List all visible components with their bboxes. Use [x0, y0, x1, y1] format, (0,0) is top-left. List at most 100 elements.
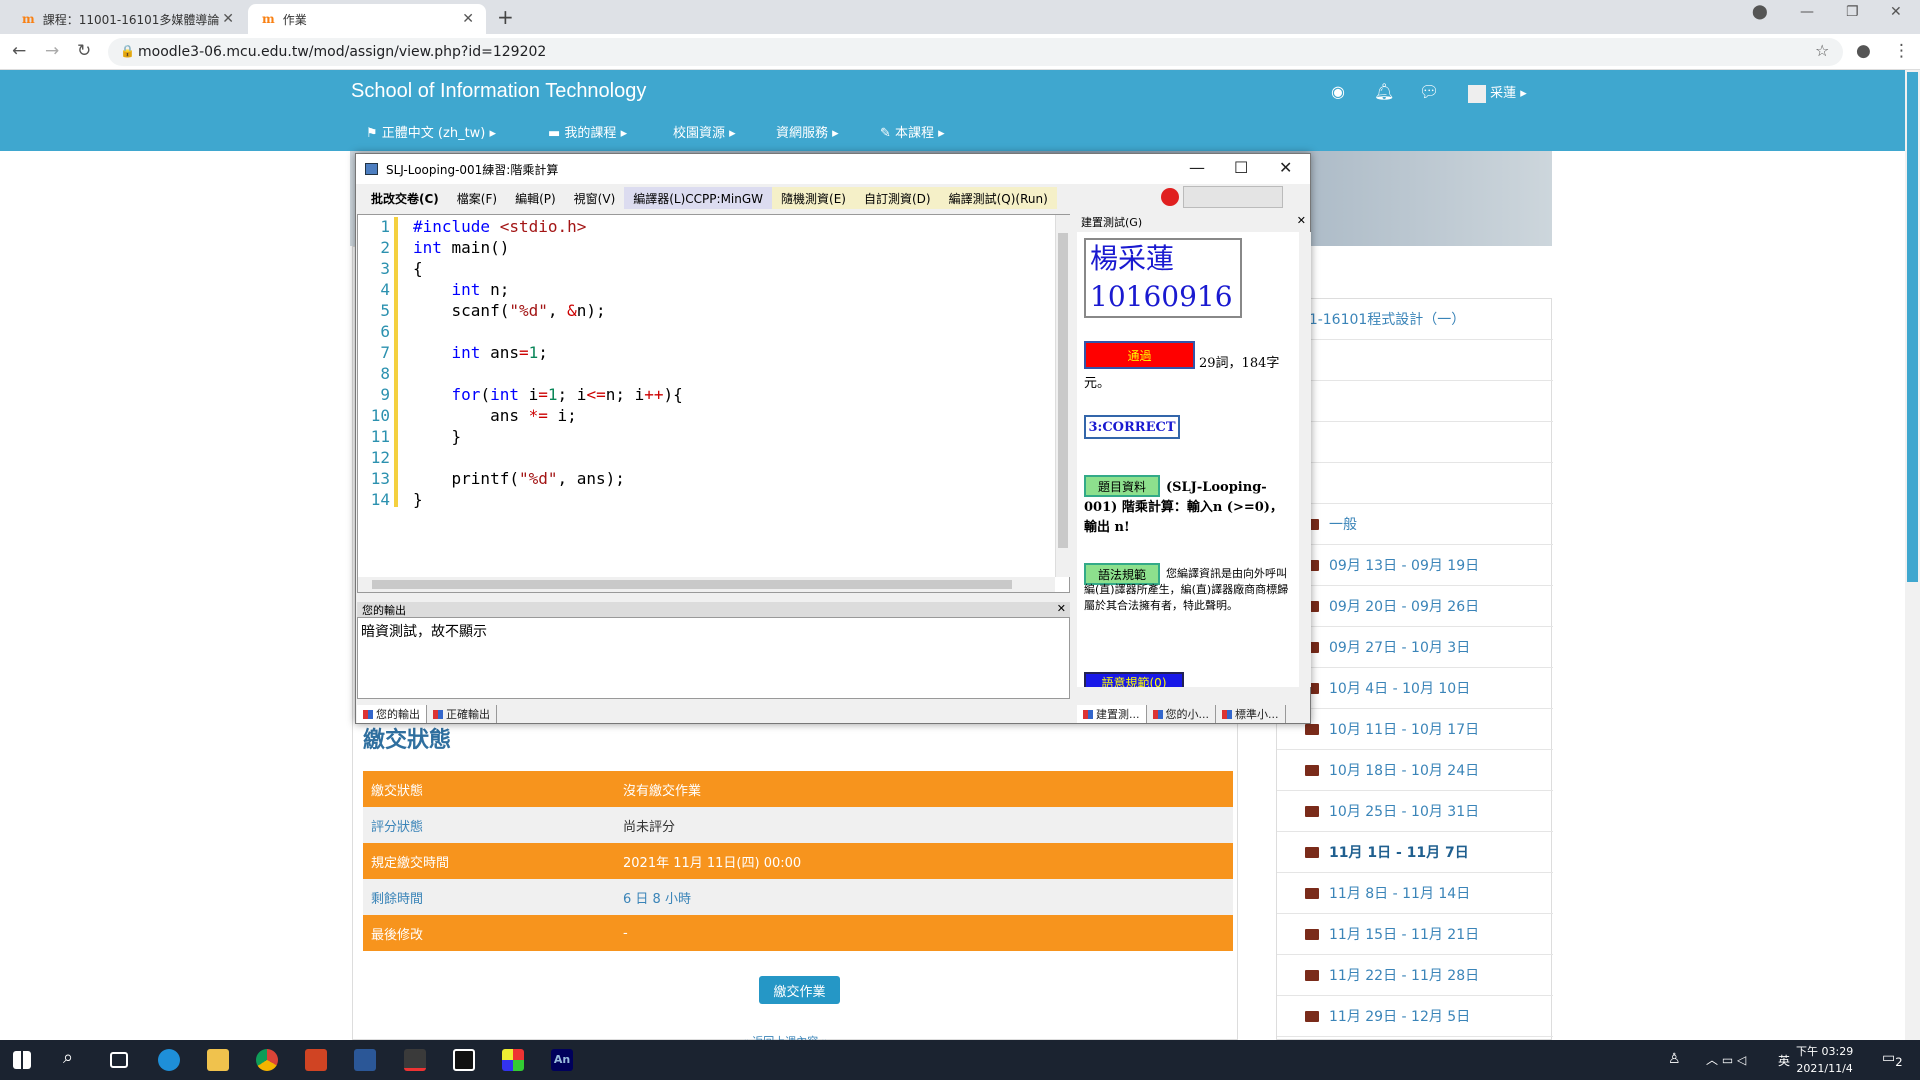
tab-build-test[interactable]: 建置測...	[1077, 705, 1147, 723]
menu-custom-data[interactable]: 自訂測資(D)	[854, 187, 940, 209]
chrome-icon[interactable]	[256, 1049, 278, 1071]
tray-icons[interactable]: ︿ ▭ ◁	[1706, 1051, 1746, 1068]
minimize-icon[interactable]: —	[1189, 158, 1205, 177]
app-icon[interactable]	[404, 1049, 426, 1071]
scroll-thumb[interactable]	[372, 580, 1012, 589]
ide-title-bar[interactable]: SLJ-Looping-001練習:階乘計算 — ☐ ✕	[356, 154, 1310, 184]
menu-submit[interactable]: 批改交卷(C)	[362, 187, 448, 209]
browser-tab-assignment[interactable]: m 作業 ✕	[248, 4, 486, 34]
submit-assignment-button[interactable]: 繳交作業	[759, 976, 840, 1004]
nav-services[interactable]: 資網服務 ▸	[776, 122, 839, 141]
code-line: }	[413, 490, 423, 509]
sidebar-item[interactable]: 11月 29日 - 12月 5日	[1277, 996, 1553, 1037]
tab-your-output[interactable]: 您的輸出	[357, 705, 427, 723]
sidebar-item[interactable]: 10月 18日 - 10月 24日	[1277, 750, 1553, 791]
back-icon[interactable]: ←	[12, 41, 26, 61]
browser-tab-course[interactable]: m 課程：11001-16101多媒體導論 ✕	[8, 4, 246, 34]
right-panel-scrollbar[interactable]	[1299, 232, 1311, 687]
sidebar-item[interactable]: 001-16101程式設計（一）	[1277, 299, 1553, 340]
lock-icon[interactable]: 🔒	[120, 44, 135, 58]
people-icon[interactable]: ♙	[1668, 1051, 1681, 1067]
editor-vertical-scrollbar[interactable]	[1055, 215, 1070, 577]
account-icon[interactable]: ●	[1856, 41, 1871, 61]
nav-this-course[interactable]: ✎ 本課程 ▸	[880, 122, 945, 141]
sidebar-item[interactable]: 一般	[1277, 504, 1553, 545]
minimize-icon[interactable]: —	[1800, 4, 1814, 20]
site-title[interactable]: School of Information Technology	[351, 80, 646, 103]
menu-file[interactable]: 檔案(F)	[448, 187, 506, 209]
close-window-icon[interactable]: ✕	[1890, 4, 1902, 20]
code-app-icon[interactable]	[453, 1049, 475, 1071]
sidebar-item[interactable]: 09月 27日 - 10月 3日	[1277, 627, 1553, 668]
ime-indicator[interactable]: 英	[1778, 1052, 1790, 1069]
tab-your-small[interactable]: 您的小...	[1147, 705, 1216, 723]
output-text[interactable]: 暗資測試，故不顯示	[357, 617, 1070, 699]
tab-correct-output[interactable]: 正確輸出	[427, 705, 497, 723]
file-explorer-icon[interactable]	[207, 1049, 229, 1071]
sidebar-item[interactable]: 09月 20日 - 09月 26日	[1277, 586, 1553, 627]
sidebar-item[interactable]: 績	[1277, 463, 1553, 504]
menu-compiler[interactable]: 編譯器(L)CCPP:MinGW	[624, 187, 773, 209]
output-tabs: 您的輸出 正確輸出	[357, 705, 1070, 723]
tab-standard-small[interactable]: 標準小...	[1216, 705, 1286, 723]
menu-edit[interactable]: 編輯(P)	[506, 187, 565, 209]
messages-icon[interactable]: 💬︎	[1419, 82, 1439, 101]
profile-menu-icon[interactable]: ⬤	[1752, 4, 1768, 20]
reload-icon[interactable]: ↻	[77, 41, 91, 61]
url-field[interactable]: moodle3-06.mcu.edu.tw/mod/assign/view.ph…	[108, 38, 1843, 66]
sidebar-item[interactable]: 11月 8日 - 11月 14日	[1277, 873, 1553, 914]
code-editor[interactable]: 1 2 3 4 5 6 7 8 9 10 11 12 13 14 #includ…	[357, 214, 1070, 593]
tab-icon	[1152, 709, 1163, 719]
maximize-icon[interactable]: ☐	[1234, 158, 1248, 177]
close-tab-icon[interactable]: ✕	[222, 11, 234, 27]
semantic-rules-button[interactable]: 語意規範(0)	[1084, 672, 1184, 687]
notification-bell-icon[interactable]: 🔔︎	[1374, 82, 1394, 101]
menu-random-data[interactable]: 隨機測資(E)	[772, 187, 855, 209]
bookmark-star-icon[interactable]: ☆	[1815, 41, 1829, 60]
sidebar-item[interactable]: 員	[1277, 340, 1553, 381]
close-icon[interactable]: ✕	[1279, 158, 1292, 177]
edge-icon[interactable]	[158, 1049, 180, 1071]
close-icon[interactable]: ✕	[1057, 602, 1066, 615]
close-icon[interactable]: ✕	[1297, 214, 1306, 227]
editor-horizontal-scrollbar[interactable]	[358, 577, 1055, 592]
scroll-thumb[interactable]	[1058, 233, 1068, 548]
sidebar-item[interactable]: 11月 15日 - 11月 21日	[1277, 914, 1553, 955]
restore-icon[interactable]: ❐	[1846, 4, 1859, 20]
page-scrollbar-thumb[interactable]	[1907, 72, 1918, 582]
toolbar-search-field[interactable]	[1183, 186, 1283, 208]
user-menu[interactable]: 采蓮 ▸	[1468, 82, 1527, 103]
sidebar-item[interactable]: 11月 22日 - 11月 28日	[1277, 955, 1553, 996]
start-icon[interactable]	[13, 1051, 31, 1069]
nav-language[interactable]: ⚑ 正體中文 (zh_tw) ▸	[366, 122, 496, 141]
status-value: 2021年 11月 11日(四) 00:00	[623, 855, 802, 871]
nav-my-courses[interactable]: ▬ 我的課程 ▸	[548, 122, 627, 141]
menu-compile-run[interactable]: 編譯測試(Q)(Run)	[939, 187, 1057, 209]
close-tab-icon[interactable]: ✕	[462, 11, 474, 27]
browser-tab-bar: m 課程：11001-16101多媒體導論 ✕ m 作業 ✕ + ⬤ — ❐ ✕	[0, 0, 1920, 34]
new-tab-icon[interactable]: +	[497, 5, 514, 29]
word-icon[interactable]	[354, 1049, 376, 1071]
animate-icon[interactable]: An	[551, 1049, 573, 1071]
apple-icon[interactable]	[1161, 188, 1179, 206]
right-panel-hscrollbar[interactable]	[1077, 687, 1299, 701]
sidebar-item[interactable]: 章	[1277, 381, 1553, 422]
forward-icon[interactable]: →	[45, 41, 59, 61]
powerpoint-icon[interactable]	[305, 1049, 327, 1071]
browser-menu-icon[interactable]: ⋮	[1893, 41, 1910, 61]
notification-center-icon[interactable]: ▭2	[1882, 1050, 1903, 1069]
sidebar-item[interactable]: 09月 13日 - 09月 19日	[1277, 545, 1553, 586]
task-view-icon[interactable]	[110, 1052, 128, 1068]
word-count: 29詞，184字元。	[1084, 356, 1280, 391]
sidebar-item[interactable]: 10月 4日 - 10月 10日	[1277, 668, 1553, 709]
target-icon[interactable]: ◉	[1331, 82, 1345, 101]
sidebar-item[interactable]: 10月 25日 - 10月 31日	[1277, 791, 1553, 832]
nav-campus[interactable]: 校園資源 ▸	[673, 122, 736, 141]
sidebar-item[interactable]: 力	[1277, 422, 1553, 463]
ide-app-icon[interactable]	[502, 1049, 524, 1071]
sidebar-item-current[interactable]: 11月 1日 - 11月 7日	[1277, 832, 1553, 873]
clock[interactable]: 下午 03:29 2021/11/4	[1796, 1043, 1853, 1077]
menu-view[interactable]: 視窗(V)	[565, 187, 625, 209]
sidebar-item[interactable]: 10月 11日 - 10月 17日	[1277, 709, 1553, 750]
search-icon[interactable]: ⌕	[63, 1047, 85, 1069]
